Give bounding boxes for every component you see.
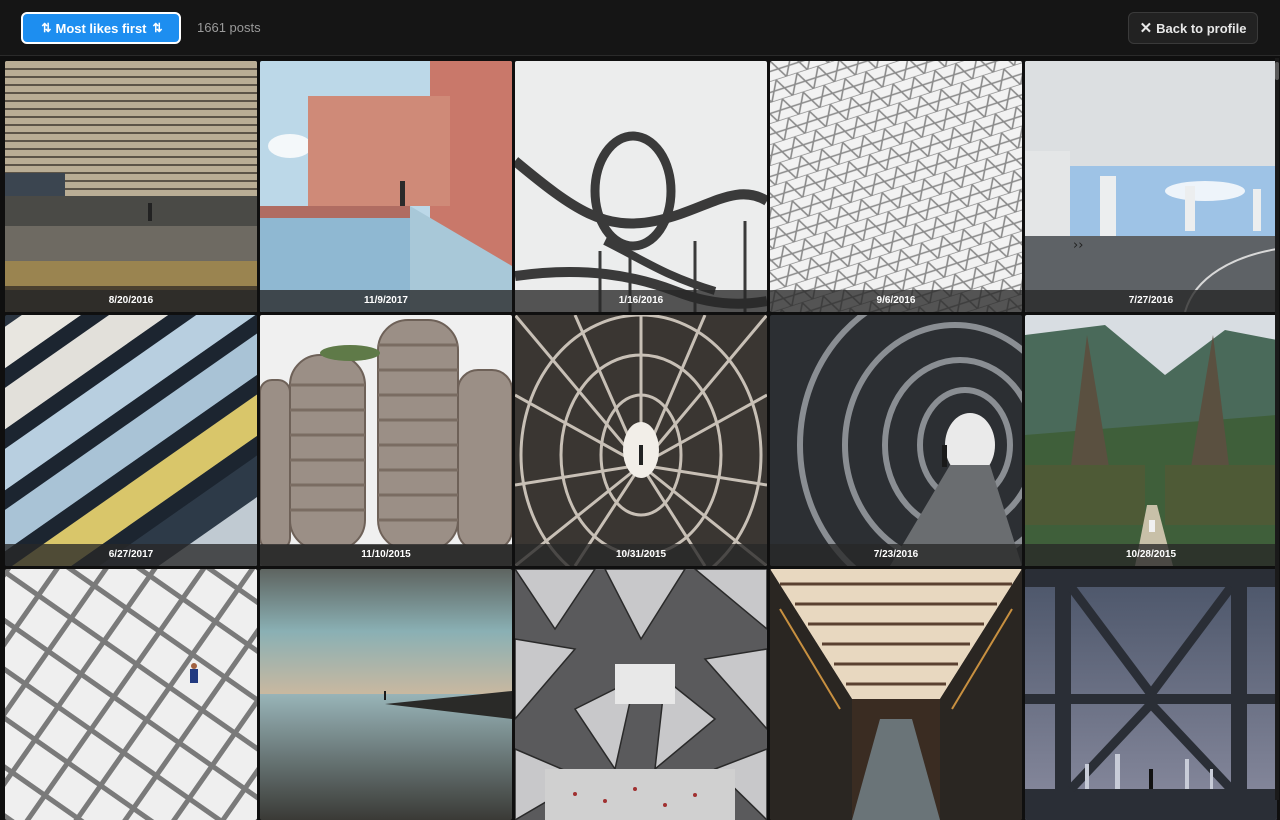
post-tile[interactable]: 11/9/2017 [260, 61, 512, 312]
post-photo [515, 61, 767, 312]
post-tile[interactable]: ›› 7/27/2016 [1025, 61, 1277, 312]
post-photo [515, 315, 767, 566]
post-date: 10/28/2015 [1025, 544, 1277, 566]
post-tile[interactable]: 9/6/2016 [770, 61, 1022, 312]
posts-grid: 8/20/2016 11/9/2017 1/16/2016 9/6/2016 ›… [5, 61, 1277, 820]
post-tile[interactable] [1025, 569, 1277, 820]
post-tile[interactable] [5, 569, 257, 820]
post-date: 11/9/2017 [260, 290, 512, 312]
post-date: 7/27/2016 [1025, 290, 1277, 312]
post-photo [1025, 569, 1277, 820]
post-photo [260, 315, 512, 566]
post-photo [5, 569, 257, 820]
post-photo [770, 315, 1022, 566]
sort-button-label: Most likes first [55, 20, 147, 36]
post-photo [260, 569, 512, 820]
post-photo: ›› [1025, 61, 1277, 312]
post-date: 6/27/2017 [5, 544, 257, 566]
post-tile[interactable] [515, 569, 767, 820]
close-icon: ✕ [1139, 19, 1153, 37]
post-tile[interactable] [260, 569, 512, 820]
post-tile[interactable]: 1/16/2016 [515, 61, 767, 312]
post-photo [260, 61, 512, 312]
post-photo [770, 569, 1022, 820]
back-to-profile-button[interactable]: ✕ Back to profile [1128, 12, 1258, 44]
post-tile[interactable]: 6/27/2017 [5, 315, 257, 566]
sort-arrows-icon: ⇅ [41, 21, 51, 35]
post-date: 9/6/2016 [770, 290, 1022, 312]
post-date: 10/31/2015 [515, 544, 767, 566]
scrollbar[interactable] [1275, 58, 1279, 800]
top-toolbar: ⇅ Most likes first ⇅ 1661 posts ✕ Back t… [0, 0, 1280, 56]
post-tile[interactable] [770, 569, 1022, 820]
post-count: 1661 posts [197, 20, 261, 35]
post-date: 7/23/2016 [770, 544, 1022, 566]
post-date: 11/10/2015 [260, 544, 512, 566]
post-photo [1025, 315, 1277, 566]
scrollbar-thumb[interactable] [1275, 62, 1279, 80]
post-date: 1/16/2016 [515, 290, 767, 312]
svg-text:››: ›› [1073, 238, 1083, 253]
post-photo [515, 569, 767, 820]
post-photo [5, 61, 257, 312]
post-photo [770, 61, 1022, 312]
post-tile[interactable]: 10/31/2015 [515, 315, 767, 566]
post-tile[interactable]: 8/20/2016 [5, 61, 257, 312]
sort-arrows-icon: ⇅ [152, 21, 163, 35]
post-tile[interactable]: 7/23/2016 [770, 315, 1022, 566]
sort-button[interactable]: ⇅ Most likes first ⇅ [21, 12, 181, 44]
post-tile[interactable]: 10/28/2015 [1025, 315, 1277, 566]
post-photo [5, 315, 257, 566]
post-tile[interactable]: 11/10/2015 [260, 315, 512, 566]
back-button-label: Back to profile [1156, 20, 1247, 36]
post-date: 8/20/2016 [5, 290, 257, 312]
